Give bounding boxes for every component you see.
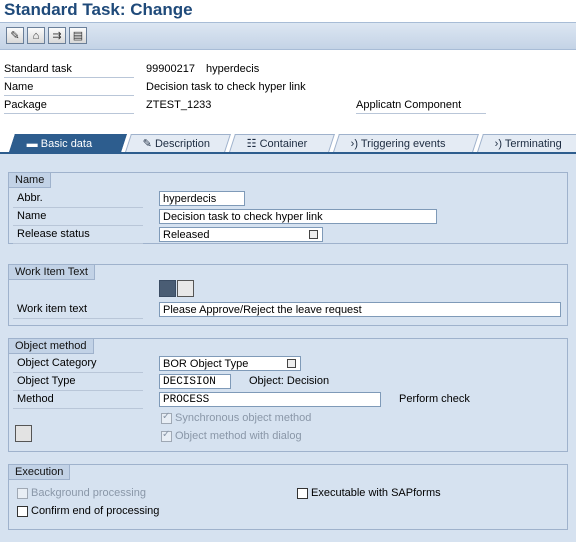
- event-icon: ›): [494, 138, 505, 150]
- tab-description[interactable]: ✎ Description: [125, 134, 231, 152]
- background-processing-label: Background processing: [31, 487, 146, 499]
- divider: [4, 95, 134, 96]
- synchronous-method-label: Synchronous object method: [175, 412, 312, 424]
- package-label: Package: [4, 99, 47, 111]
- execution-group: Execution Background processing Executab…: [8, 464, 568, 530]
- divider: [4, 113, 134, 114]
- object-type-description: Object: Decision: [249, 375, 330, 387]
- tab-label: Terminating: [504, 138, 562, 150]
- title-bar: Standard Task: Change: [0, 0, 576, 22]
- task-header: Standard task 99900217 hyperdecis Name D…: [0, 56, 576, 124]
- tab-container[interactable]: ☷ Container: [229, 134, 335, 152]
- synchronous-method-checkbox[interactable]: [161, 411, 172, 424]
- header-name-label: Name: [4, 81, 34, 93]
- group-title: Execution: [9, 465, 71, 480]
- header-name-value: Decision task to check hyper link: [146, 81, 306, 93]
- event-icon: ›): [350, 138, 361, 150]
- method-field[interactable]: PROCESS: [159, 392, 381, 407]
- tab-label: Basic data: [40, 138, 93, 150]
- executable-sapforms-label: Executable with SAPforms: [311, 487, 441, 499]
- standard-task-label: Standard task: [4, 63, 72, 75]
- object-type-icon[interactable]: [15, 425, 32, 442]
- edit-icon[interactable]: ✎: [6, 27, 24, 44]
- release-status-value: Released: [163, 229, 210, 241]
- standard-task-abbr: hyperdecis: [206, 63, 260, 75]
- tab-label: Triggering events: [360, 138, 446, 150]
- executable-sapforms-checkbox[interactable]: [297, 488, 308, 499]
- object-category-value: BOR Object Type: [163, 358, 249, 370]
- application-toolbar: ✎ ⌂ ⇉ ▤: [0, 22, 576, 50]
- object-category-select[interactable]: BOR Object Type: [159, 356, 301, 371]
- app-component-label: Applicatn Component: [356, 99, 462, 111]
- group-title: Name: [9, 173, 52, 188]
- release-status-select[interactable]: Released: [159, 227, 323, 242]
- tab-strip: ▬ Basic data ✎ Description ☷ Container ›…: [0, 133, 576, 153]
- object-type-field[interactable]: DECISION: [159, 374, 231, 389]
- description-icon: ✎: [142, 138, 155, 150]
- release-status-label: Release status: [17, 228, 90, 240]
- basic-data-icon: ▬: [26, 138, 41, 150]
- basic-data-panel: Name Abbr. hyperdecis Name Decision task…: [0, 152, 576, 542]
- tab-label: Description: [154, 138, 210, 150]
- tab-terminating[interactable]: ›) Terminating: [477, 134, 576, 152]
- org-icon[interactable]: ⌂: [27, 27, 45, 44]
- window-title: Standard Task: Change: [4, 0, 193, 19]
- work-item-text-label: Work item text: [17, 303, 88, 315]
- method-label: Method: [17, 393, 54, 405]
- hierarchy-icon[interactable]: ⇉: [48, 27, 66, 44]
- background-processing-checkbox[interactable]: [17, 488, 28, 499]
- dropdown-icon: [309, 230, 318, 239]
- confirm-end-label: Confirm end of processing: [31, 505, 160, 517]
- name-field[interactable]: Decision task to check hyper link: [159, 209, 437, 224]
- work-item-text-group: Work Item Text Work item text Please App…: [8, 264, 568, 326]
- standard-task-id: 99900217: [146, 63, 195, 75]
- name-label: Name: [17, 210, 47, 222]
- object-method-group: Object method Object Category BOR Object…: [8, 338, 568, 452]
- object-type-label: Object Type: [17, 375, 76, 387]
- divider: [4, 77, 134, 78]
- confirm-end-checkbox[interactable]: [17, 506, 28, 517]
- name-group: Name Abbr. hyperdecis Name Decision task…: [8, 172, 568, 244]
- tab-basic-data[interactable]: ▬ Basic data: [9, 134, 127, 152]
- method-with-dialog-checkbox[interactable]: [161, 429, 172, 442]
- insert-variable-icon[interactable]: [159, 280, 176, 297]
- divider: [356, 113, 486, 114]
- method-description: Perform check: [399, 393, 470, 405]
- container-icon: ☷: [246, 138, 260, 150]
- dropdown-icon: [287, 359, 296, 368]
- group-title: Object method: [9, 339, 94, 354]
- object-category-label: Object Category: [17, 357, 97, 369]
- method-with-dialog-label: Object method with dialog: [175, 430, 302, 442]
- abbr-label: Abbr.: [17, 192, 43, 204]
- tab-triggering-events[interactable]: ›) Triggering events: [333, 134, 479, 152]
- delete-icon[interactable]: [177, 280, 194, 297]
- abbr-field[interactable]: hyperdecis: [159, 191, 245, 206]
- package-value: ZTEST_1233: [146, 99, 212, 111]
- work-item-text-field[interactable]: Please Approve/Reject the leave request: [159, 302, 561, 317]
- group-title: Work Item Text: [9, 265, 95, 280]
- tab-label: Container: [259, 138, 308, 150]
- workflow-icon[interactable]: ▤: [69, 27, 87, 44]
